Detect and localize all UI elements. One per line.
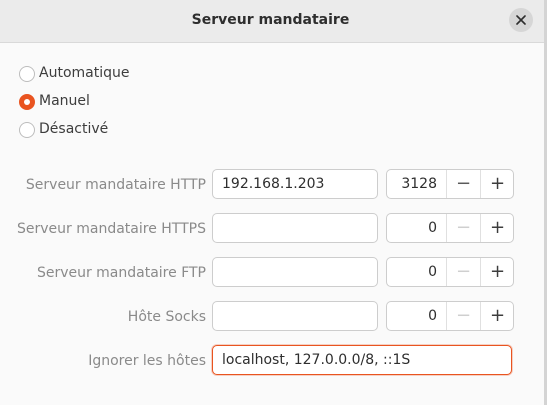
host-value: 192.168.1.203	[222, 176, 325, 192]
radio-label: Automatique	[39, 65, 130, 81]
ignore-hosts-value: localhost, 127.0.0.0/8, ::1S	[222, 352, 411, 368]
radio-indicator[interactable]	[19, 94, 35, 110]
radio-label: Désactivé	[39, 121, 109, 137]
decrement-button: −	[446, 258, 480, 286]
port-value[interactable]: 0	[387, 219, 437, 237]
socks-port-spinner[interactable]: 0 − +	[386, 301, 514, 331]
increment-button[interactable]: +	[480, 214, 514, 242]
header-bar: Serveur mandataire	[0, 0, 547, 43]
decrement-button[interactable]: −	[446, 170, 480, 198]
increment-button[interactable]: +	[480, 302, 514, 330]
ftp-proxy-port-spinner[interactable]: 0 − +	[386, 257, 514, 287]
radio-indicator[interactable]	[19, 66, 35, 82]
https-proxy-port-spinner[interactable]: 0 − +	[386, 213, 514, 243]
increment-button[interactable]: +	[480, 170, 514, 198]
radio-label: Manuel	[39, 93, 90, 109]
close-button[interactable]	[509, 8, 533, 32]
decrement-button: −	[446, 214, 480, 242]
https-proxy-host-input[interactable]	[212, 213, 378, 243]
http-proxy-port-spinner[interactable]: 3128 − +	[386, 169, 514, 199]
port-value[interactable]: 0	[387, 263, 437, 281]
https-proxy-label: Serveur mandataire HTTPS	[17, 221, 206, 237]
socks-host-input[interactable]	[212, 301, 378, 331]
http-proxy-host-input[interactable]: 192.168.1.203	[212, 169, 378, 199]
socks-host-label: Hôte Socks	[127, 309, 206, 325]
ftp-proxy-label: Serveur mandataire FTP	[36, 265, 206, 281]
ignore-hosts-label: Ignorer les hôtes	[88, 353, 206, 369]
increment-button[interactable]: +	[480, 258, 514, 286]
port-value[interactable]: 0	[387, 307, 437, 325]
close-icon	[516, 15, 526, 25]
window-title: Serveur mandataire	[191, 12, 350, 28]
port-value[interactable]: 3128	[387, 175, 437, 193]
http-proxy-label: Serveur mandataire HTTP	[25, 177, 206, 193]
ftp-proxy-host-input[interactable]	[212, 257, 378, 287]
ignore-hosts-input[interactable]: localhost, 127.0.0.0/8, ::1S	[212, 345, 512, 375]
decrement-button: −	[446, 302, 480, 330]
radio-indicator[interactable]	[19, 122, 35, 138]
